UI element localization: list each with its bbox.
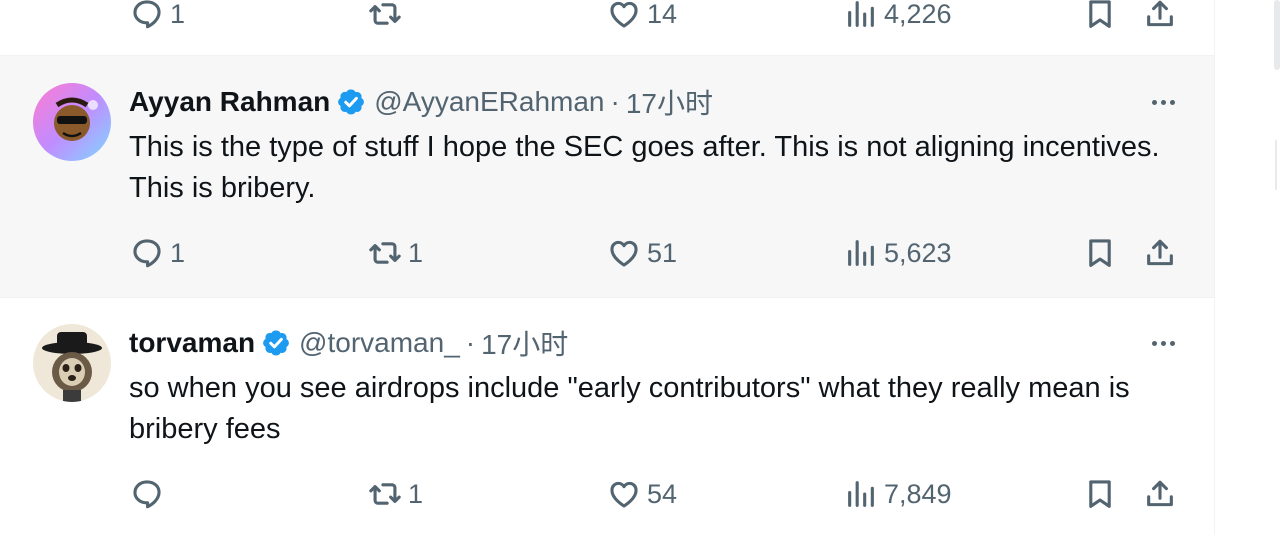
retweet-count: 1 [408, 478, 424, 509]
tweet-ayyan-rahman[interactable]: Ayyan Rahman @AyyanERahman · 17小时 This i… [0, 56, 1214, 298]
retweet-icon [368, 0, 402, 31]
retweet-icon [368, 477, 402, 511]
bookmark-button[interactable] [1083, 0, 1117, 34]
reply-count: 1 [170, 0, 186, 29]
views-icon [844, 0, 878, 31]
bookmark-button[interactable] [1083, 474, 1117, 514]
verified-badge-icon [338, 89, 365, 115]
like-button[interactable]: 54 [607, 474, 677, 514]
retweet-button[interactable]: 1 [368, 474, 423, 514]
retweet-icon [368, 236, 402, 270]
share-button[interactable] [1143, 474, 1177, 514]
reply-button[interactable]: 1 [130, 0, 185, 34]
views-icon [844, 477, 878, 511]
tweet-action-bar: 1 54 7,849 [130, 474, 1190, 514]
bookmark-icon [1083, 477, 1117, 511]
views-icon [844, 236, 878, 270]
share-button[interactable] [1143, 0, 1177, 34]
like-button[interactable]: 14 [607, 0, 677, 34]
tweet-text: so when you see airdrops include "early … [129, 372, 1130, 445]
share-icon [1143, 477, 1177, 511]
view-count: 7,849 [884, 478, 952, 509]
scrollbar-thumb[interactable] [1274, 0, 1280, 70]
like-count: 54 [647, 478, 678, 509]
retweet-count: 1 [408, 237, 424, 268]
reply-icon [130, 477, 164, 511]
view-count: 5,623 [884, 237, 952, 268]
heart-icon [607, 236, 641, 270]
bookmark-button[interactable] [1083, 233, 1117, 273]
heart-icon [607, 0, 641, 31]
reply-icon [130, 236, 164, 270]
tweet-action-bar: 1 14 4,226 [130, 0, 1190, 34]
avatar[interactable] [33, 324, 111, 402]
more-options-icon[interactable] [1146, 85, 1180, 119]
tweet-header: torvaman @torvaman_ · 17小时 [129, 326, 568, 360]
sidebar-edge [1275, 140, 1277, 190]
views-button[interactable]: 5,623 [844, 233, 952, 273]
timestamp[interactable]: 17小时 [481, 323, 568, 363]
retweet-button[interactable] [368, 0, 408, 34]
reply-button[interactable] [130, 474, 170, 514]
timeline-feed: 1 14 4,226 Ayyan Rahman @AyyanERahman · … [0, 0, 1214, 535]
retweet-button[interactable]: 1 [368, 233, 423, 273]
heart-icon [607, 477, 641, 511]
previous-tweet: 1 14 4,226 [0, 0, 1214, 56]
bookmark-icon [1083, 236, 1117, 270]
reply-button[interactable]: 1 [130, 233, 185, 273]
tweet-torvaman[interactable]: torvaman @torvaman_ · 17小时 so when you s… [0, 298, 1214, 535]
share-icon [1143, 0, 1177, 31]
views-button[interactable]: 7,849 [844, 474, 952, 514]
like-count: 51 [647, 237, 678, 268]
views-button[interactable]: 4,226 [844, 0, 952, 34]
view-count: 4,226 [884, 0, 952, 29]
reply-icon [130, 0, 164, 31]
bookmark-icon [1083, 0, 1117, 31]
verified-badge-icon [263, 330, 289, 356]
like-button[interactable]: 51 [607, 233, 677, 273]
share-icon [1143, 236, 1177, 270]
share-button[interactable] [1143, 233, 1177, 273]
user-handle[interactable]: @torvaman_ [299, 327, 460, 359]
more-options-icon[interactable] [1146, 326, 1180, 360]
tweet-header: Ayyan Rahman @AyyanERahman · 17小时 [129, 85, 713, 119]
timestamp[interactable]: 17小时 [626, 82, 713, 122]
display-name[interactable]: Ayyan Rahman [129, 86, 330, 118]
user-handle[interactable]: @AyyanERahman [374, 86, 604, 118]
like-count: 14 [647, 0, 678, 29]
right-sidebar [1214, 0, 1280, 535]
display-name[interactable]: torvaman [129, 327, 255, 359]
avatar[interactable] [33, 83, 111, 161]
tweet-action-bar: 1 1 51 5,623 [130, 233, 1190, 273]
separator-dot: · [610, 86, 620, 117]
separator-dot: · [465, 327, 476, 358]
tweet-text: This is the type of stuff I hope the SEC… [129, 131, 1160, 204]
reply-count: 1 [170, 237, 186, 268]
